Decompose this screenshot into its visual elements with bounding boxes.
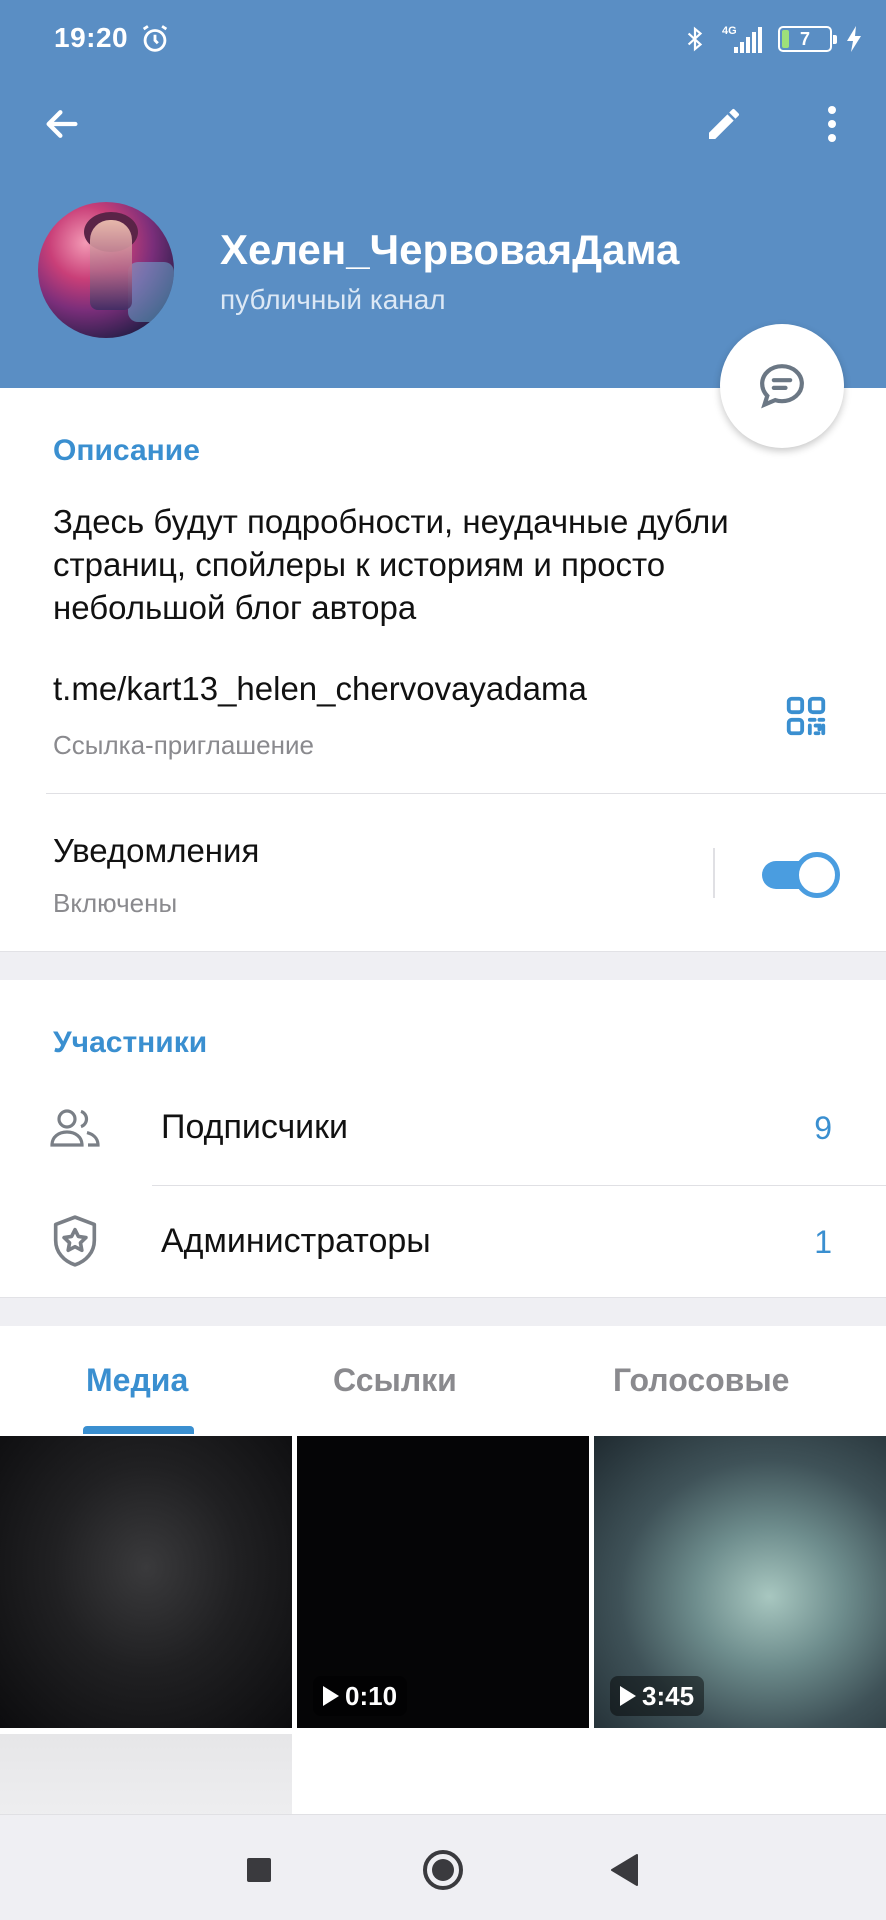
more-vertical-icon <box>828 106 836 142</box>
discussion-button[interactable] <box>720 324 844 448</box>
channel-title: Хелен_ЧервоваяДама <box>220 226 680 273</box>
media-tabs: Медиа Ссылки Голосовые <box>0 1326 886 1434</box>
play-icon <box>323 1686 339 1706</box>
back-button[interactable] <box>30 92 94 156</box>
media-tile[interactable]: 0:10 <box>297 1436 589 1728</box>
media-tile[interactable] <box>0 1436 292 1728</box>
video-duration-badge: 3:45 <box>610 1676 705 1716</box>
channel-description: Здесь будут подробности, неудачные дубли… <box>53 503 729 626</box>
tab-voice[interactable]: Голосовые <box>613 1362 789 1399</box>
back-triangle-icon <box>611 1854 638 1886</box>
battery-icon: 7 <box>778 26 837 52</box>
status-bar: 19:20 4G 7 <box>0 0 886 78</box>
network-type: 4G <box>722 25 737 37</box>
channel-avatar[interactable] <box>38 202 174 338</box>
shield-star-icon <box>46 1212 104 1270</box>
system-back-button[interactable] <box>600 1845 650 1895</box>
battery-level: 7 <box>799 28 810 49</box>
subscribers-label: Подписчики <box>161 1108 349 1146</box>
media-tile[interactable]: 3:45 <box>594 1436 886 1728</box>
tab-links[interactable]: Ссылки <box>333 1362 457 1399</box>
edit-button[interactable] <box>692 92 756 156</box>
bluetooth-icon <box>687 26 703 52</box>
tab-media[interactable]: Медиа <box>86 1362 188 1399</box>
recents-button[interactable] <box>234 1845 284 1895</box>
administrators-count: 1 <box>814 1224 832 1260</box>
notifications-status: Включены <box>53 888 178 918</box>
video-duration: 3:45 <box>642 1680 695 1711</box>
subscribers-row[interactable]: Подписчики 9 <box>0 1072 886 1186</box>
video-duration: 0:10 <box>345 1680 398 1711</box>
qr-code-button[interactable] <box>778 688 834 744</box>
system-nav-bar <box>0 1814 886 1920</box>
active-tab-indicator <box>83 1426 194 1434</box>
status-icons: 4G 7 <box>684 22 862 56</box>
home-circle-icon <box>423 1850 463 1890</box>
home-button[interactable] <box>418 1845 468 1895</box>
channel-type: публичный канал <box>220 284 446 315</box>
recents-square-icon <box>247 1858 271 1882</box>
administrators-row[interactable]: Администраторы 1 <box>0 1186 886 1300</box>
play-icon <box>620 1686 636 1706</box>
video-duration-badge: 0:10 <box>313 1676 408 1716</box>
signal-4g-icon: 4G <box>722 25 762 53</box>
separator <box>713 848 715 898</box>
divider <box>46 793 886 794</box>
more-options-button[interactable] <box>800 92 864 156</box>
charging-icon <box>847 26 861 52</box>
administrators-label: Администраторы <box>161 1222 431 1260</box>
subscribers-count: 9 <box>814 1110 832 1146</box>
notifications-label: Уведомления <box>53 832 260 869</box>
participants-heading: Участники <box>53 1026 208 1059</box>
notifications-toggle[interactable] <box>762 852 840 898</box>
qr-code-icon <box>786 696 826 736</box>
invite-link[interactable]: t.me/kart13_helen_chervovayadama <box>53 670 587 708</box>
alarm-icon <box>142 25 168 52</box>
channel-info-card: Описание Здесь будут подробности, неудач… <box>0 388 886 952</box>
description-heading: Описание <box>53 434 200 467</box>
users-icon <box>46 1098 104 1156</box>
pencil-icon <box>709 108 739 139</box>
chat-bubble-icon <box>760 364 804 409</box>
status-time: 19:20 <box>54 22 129 53</box>
participants-card: Участники Подписчики 9 Администраторы 1 <box>0 980 886 1298</box>
invite-link-caption: Ссылка-приглашение <box>53 730 314 760</box>
arrow-left-icon <box>46 110 78 138</box>
